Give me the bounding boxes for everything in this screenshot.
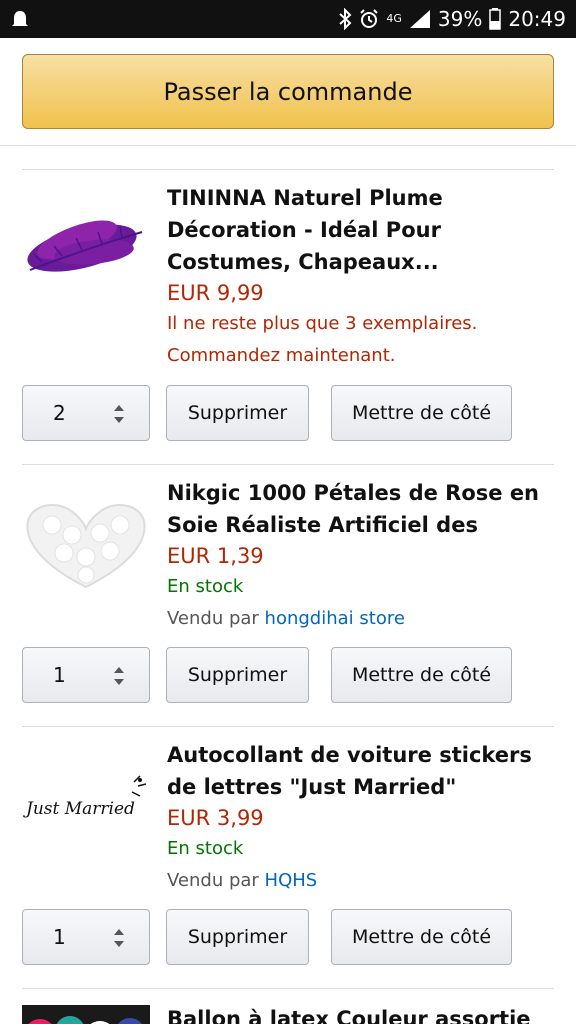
product-image[interactable]: Just Married bbox=[22, 752, 150, 852]
item-title[interactable]: Nikgic 1000 Pétales de Rose en Soie Réal… bbox=[167, 477, 554, 541]
delete-button[interactable]: Supprimer bbox=[166, 647, 309, 703]
item-info: Nikgic 1000 Pétales de Rose en Soie Réal… bbox=[167, 477, 554, 635]
stock-status: En stock bbox=[167, 838, 244, 859]
seller-link[interactable]: HQHS bbox=[265, 870, 318, 891]
delete-button[interactable]: Supprimer bbox=[166, 385, 309, 441]
item-info: Autocollant de voiture stickers de lettr… bbox=[167, 739, 554, 897]
battery-percent: 39% bbox=[437, 7, 483, 31]
quantity-value: 1 bbox=[53, 663, 66, 687]
item-controls: 1 Supprimer Mettre de côté bbox=[22, 909, 554, 965]
seller-line: Vendu par HQHS bbox=[167, 865, 554, 897]
balloons-icon bbox=[28, 1016, 142, 1024]
quantity-value: 2 bbox=[53, 401, 66, 425]
status-right: 4G 39% 20:49 bbox=[338, 7, 566, 31]
stepper-arrows-icon bbox=[114, 929, 124, 947]
quantity-stepper[interactable]: 2 bbox=[22, 385, 150, 441]
clock: 20:49 bbox=[508, 7, 566, 31]
bluetooth-icon bbox=[338, 8, 352, 30]
cart-item: TININNA Naturel Plume Décoration - Idéal… bbox=[22, 169, 554, 464]
just-married-sticker-icon: Just Married bbox=[23, 775, 147, 819]
white-rose-petals-icon bbox=[26, 504, 146, 589]
battery-icon bbox=[489, 8, 502, 30]
cart-list: TININNA Naturel Plume Décoration - Idéal… bbox=[0, 146, 576, 1024]
stepper-arrows-icon bbox=[114, 405, 124, 423]
seller-prefix: Vendu par bbox=[167, 870, 259, 891]
item-price: EUR 9,99 bbox=[167, 281, 264, 305]
quantity-stepper[interactable]: 1 bbox=[22, 647, 150, 703]
save-for-later-button[interactable]: Mettre de côté bbox=[331, 647, 512, 703]
status-left bbox=[10, 9, 30, 29]
quantity-value: 1 bbox=[53, 925, 66, 949]
cart-item: Just Married Autocollant de voiture stic… bbox=[22, 726, 554, 988]
stock-warning: Il ne reste plus que 3 exemplaires. bbox=[167, 313, 478, 334]
sticker-text: Just Married bbox=[23, 799, 135, 819]
item-controls: 1 Supprimer Mettre de côté bbox=[22, 647, 554, 703]
product-image[interactable] bbox=[22, 192, 150, 292]
item-title[interactable]: Autocollant de voiture stickers de lettr… bbox=[167, 739, 554, 803]
item-info: TININNA Naturel Plume Décoration - Idéal… bbox=[167, 182, 554, 372]
cart-item: Nikgic 1000 Pétales de Rose en Soie Réal… bbox=[22, 464, 554, 726]
seller-prefix: Vendu par bbox=[167, 608, 259, 629]
alarm-icon bbox=[359, 9, 379, 29]
item-title[interactable]: Ballon à latex Couleur assortie bbox=[167, 1003, 554, 1024]
seller-line: Vendu par hongdihai store bbox=[167, 603, 554, 635]
save-for-later-button[interactable]: Mettre de côté bbox=[331, 385, 512, 441]
product-image[interactable] bbox=[22, 1005, 150, 1024]
checkout-button[interactable]: Passer la commande bbox=[22, 54, 554, 129]
network-type-label: 4G bbox=[386, 12, 402, 25]
item-controls: 2 Supprimer Mettre de côté bbox=[22, 385, 554, 441]
purple-feather-icon bbox=[27, 220, 143, 272]
product-image[interactable] bbox=[22, 495, 150, 595]
cart-item: Ballon à latex Couleur assortie bbox=[22, 988, 554, 1024]
notification-ghost-icon bbox=[10, 9, 30, 29]
quantity-stepper[interactable]: 1 bbox=[22, 909, 150, 965]
item-info: Ballon à latex Couleur assortie bbox=[167, 1003, 554, 1024]
stock-warning-cta: Commandez maintenant. bbox=[167, 345, 396, 366]
delete-button[interactable]: Supprimer bbox=[166, 909, 309, 965]
item-title[interactable]: TININNA Naturel Plume Décoration - Idéal… bbox=[167, 182, 554, 278]
save-for-later-button[interactable]: Mettre de côté bbox=[331, 909, 512, 965]
item-price: EUR 3,99 bbox=[167, 806, 264, 830]
item-price: EUR 1,39 bbox=[167, 544, 264, 568]
stock-status: En stock bbox=[167, 576, 244, 597]
signal-icon bbox=[409, 9, 431, 29]
checkout-area: Passer la commande bbox=[0, 38, 576, 146]
seller-link[interactable]: hongdihai store bbox=[265, 608, 405, 629]
stepper-arrows-icon bbox=[114, 667, 124, 685]
status-bar: 4G 39% 20:49 bbox=[0, 0, 576, 38]
